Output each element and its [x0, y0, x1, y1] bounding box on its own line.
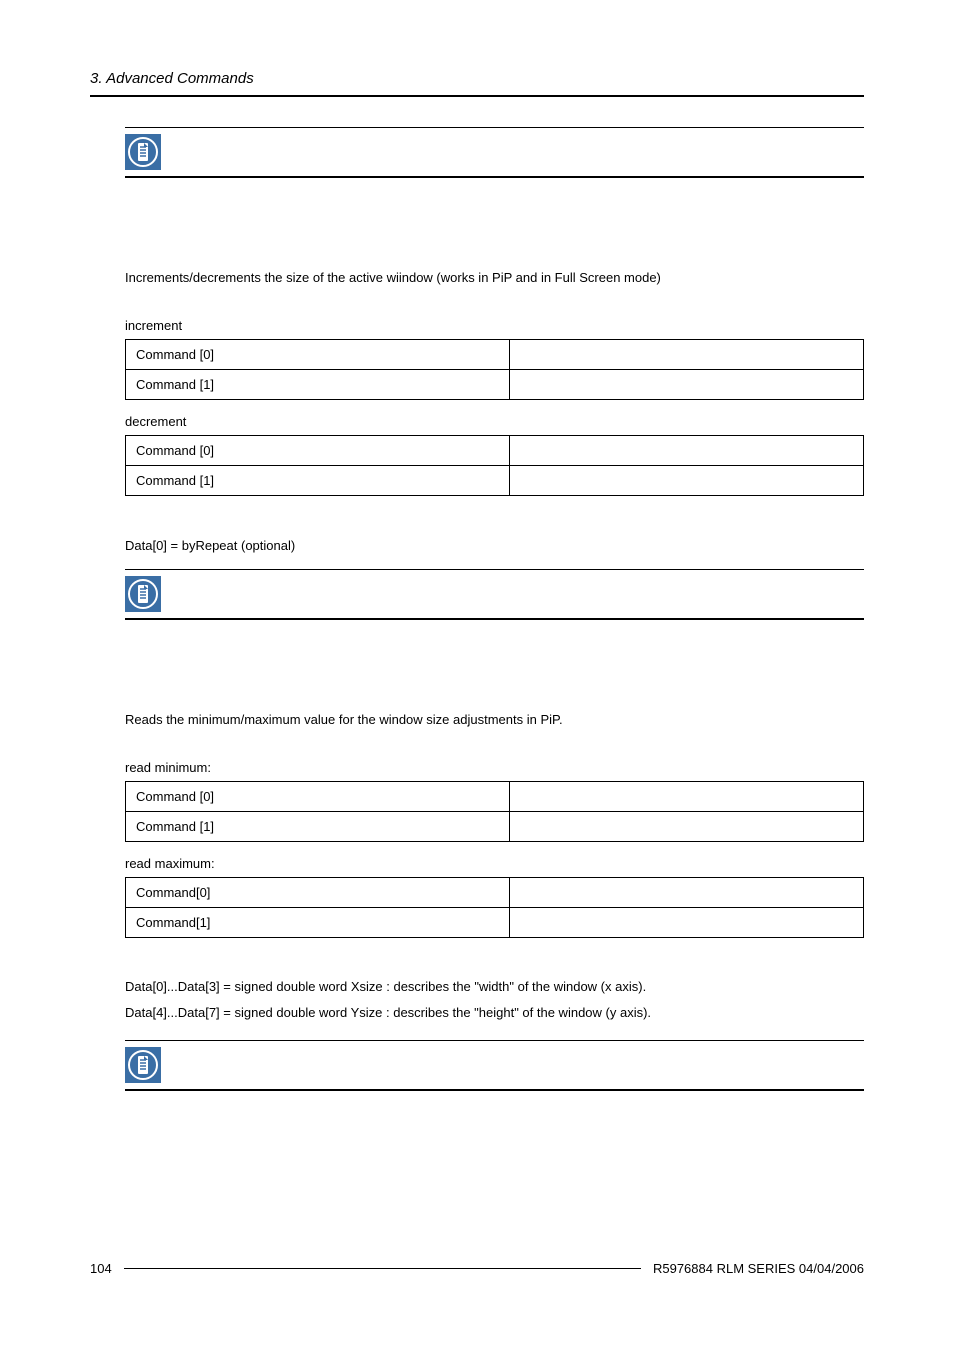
- cell: [509, 877, 863, 907]
- decrement-table: Command [0] Command [1]: [125, 435, 864, 496]
- section1-description: Increments/decrements the size of the ac…: [125, 268, 864, 288]
- cell: Command [0]: [126, 435, 510, 465]
- table-row: Command [1]: [126, 465, 864, 495]
- header-rule: [90, 95, 864, 97]
- chapter-heading: 3. Advanced Commands: [90, 70, 864, 87]
- section2-description: Reads the minimum/maximum value for the …: [125, 710, 864, 730]
- cell: [509, 339, 863, 369]
- cell: [509, 369, 863, 399]
- cell: [509, 811, 863, 841]
- data-line-1: Data[0]...Data[3] = signed double word X…: [125, 974, 864, 1000]
- table-row: Command [0]: [126, 781, 864, 811]
- data-note-1: Data[0] = byRepeat (optional): [125, 536, 864, 556]
- note-block-3: [125, 1040, 864, 1091]
- page-number: 104: [90, 1261, 124, 1276]
- footer-doc-info: R5976884 RLM SERIES 04/04/2006: [641, 1261, 864, 1276]
- read-max-table: Command[0] Command[1]: [125, 877, 864, 938]
- cell: Command [0]: [126, 781, 510, 811]
- read-max-label: read maximum:: [125, 856, 864, 871]
- note-icon: [125, 1047, 161, 1083]
- table-row: Command [0]: [126, 339, 864, 369]
- table-row: Command[1]: [126, 907, 864, 937]
- cell: Command [0]: [126, 339, 510, 369]
- cell: Command [1]: [126, 369, 510, 399]
- footer-rule: [124, 1268, 641, 1269]
- note-block-2: [125, 569, 864, 620]
- read-min-label: read minimum:: [125, 760, 864, 775]
- note-top-rule: [125, 127, 864, 128]
- note-icon: [125, 134, 161, 170]
- table-row: Command [0]: [126, 435, 864, 465]
- increment-label: increment: [125, 318, 864, 333]
- cell: [509, 907, 863, 937]
- table-row: Command [1]: [126, 811, 864, 841]
- cell: Command [1]: [126, 811, 510, 841]
- data-line-2: Data[4]...Data[7] = signed double word Y…: [125, 1000, 864, 1026]
- data-lines: Data[0]...Data[3] = signed double word X…: [125, 974, 864, 1026]
- cell: [509, 465, 863, 495]
- cell: [509, 781, 863, 811]
- cell: [509, 435, 863, 465]
- cell: Command [1]: [126, 465, 510, 495]
- decrement-label: decrement: [125, 414, 864, 429]
- note-icon: [125, 576, 161, 612]
- cell: Command[0]: [126, 877, 510, 907]
- note-bottom-rule: [125, 1089, 864, 1091]
- table-row: Command [1]: [126, 369, 864, 399]
- cell: Command[1]: [126, 907, 510, 937]
- note-top-rule: [125, 1040, 864, 1041]
- read-min-table: Command [0] Command [1]: [125, 781, 864, 842]
- increment-table: Command [0] Command [1]: [125, 339, 864, 400]
- table-row: Command[0]: [126, 877, 864, 907]
- page-footer: 104 R5976884 RLM SERIES 04/04/2006: [90, 1261, 864, 1276]
- note-top-rule: [125, 569, 864, 570]
- note-block-1: [125, 127, 864, 178]
